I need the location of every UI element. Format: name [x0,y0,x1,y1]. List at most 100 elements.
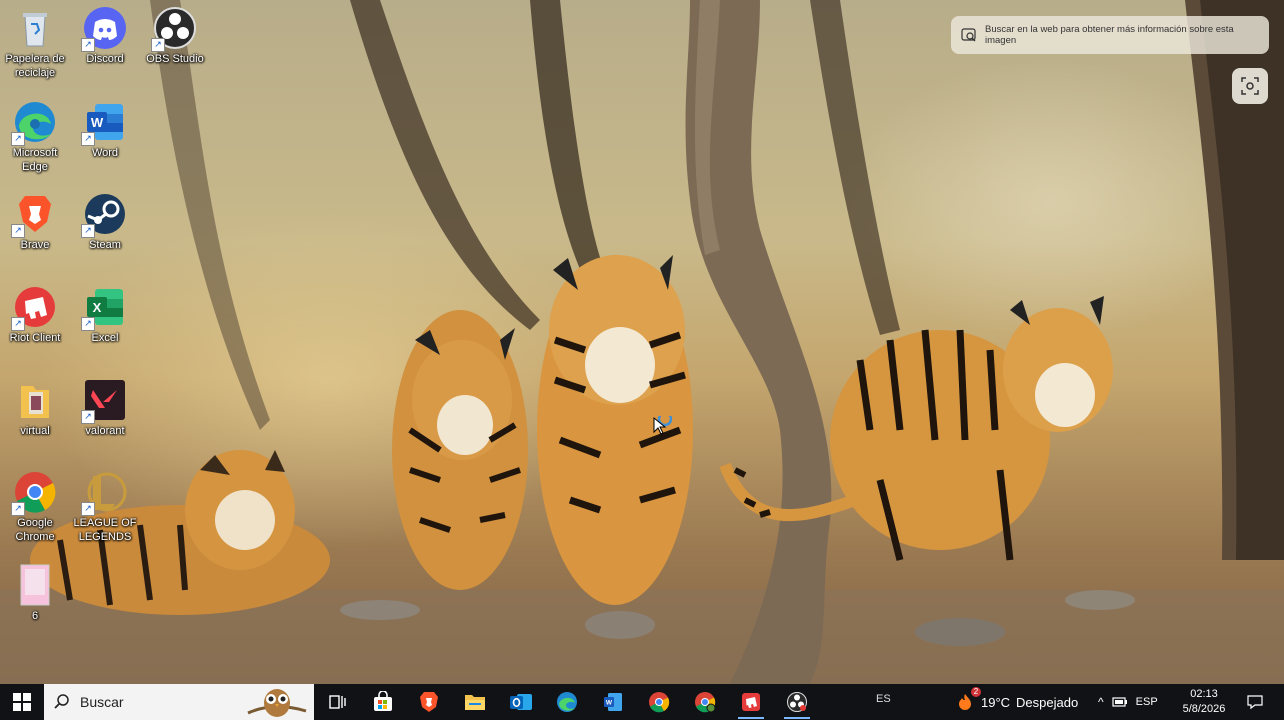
desktop-icon-discord[interactable]: ↗ Discord [70,6,140,66]
visual-search-chip[interactable]: Buscar en la web para obtener más inform… [951,16,1269,54]
clock-time: 02:13 [1190,688,1218,700]
desktop-icon-label: Riot Client [9,332,61,344]
taskbar-riot-client[interactable] [728,684,774,720]
desktop-icon-label: Steam [89,239,121,251]
shortcut-arrow-icon: ↗ [11,317,25,331]
desktop-icon-label: LEAGUE OF LEGENDS [73,517,137,543]
discord-icon: ↗ [81,6,127,52]
taskbar-edge[interactable] [544,684,590,720]
svg-text:W: W [606,700,613,707]
shortcut-arrow-icon: ↗ [81,132,95,146]
notification-icon [1247,695,1263,710]
windows-logo-icon [13,693,31,711]
desktop-icon-chrome[interactable]: ↗ Google Chrome [0,470,70,544]
desktop-icon-label: OBS Studio [146,53,204,65]
taskbar-obs[interactable] [774,684,820,720]
weather-condition: Despejado [1016,694,1079,710]
folder-icon [13,378,57,422]
chrome-icon [649,692,670,713]
taskbar-weather-widget[interactable]: 2 19°C Despejado [955,684,1078,720]
obs-icon [787,692,807,712]
desktop-icon-obs[interactable]: ↗ OBS Studio [140,6,210,66]
edge-icon [557,692,577,712]
recycle-bin-icon [13,6,57,50]
outlook-icon [510,694,532,710]
taskbar-file-explorer[interactable] [452,684,498,720]
desktop-icon-label: Excel [91,332,119,344]
weather-badge: 2 [971,687,981,697]
weather-temp: 19°C [981,694,1011,710]
shortcut-arrow-icon: ↗ [81,502,95,516]
taskbar-search-box[interactable]: Buscar [44,684,314,720]
desktop-icon-edge[interactable]: ↗ Microsoft Edge [0,100,70,174]
taskbar-chrome[interactable] [636,684,682,720]
shortcut-arrow-icon: ↗ [81,38,95,52]
desktop-icon-brave[interactable]: ↗ Brave [0,192,70,252]
desktop-icon-label: Microsoft Edge [12,147,58,173]
svg-text:X: X [93,300,102,315]
taskbar-brave[interactable] [406,684,452,720]
search-highlight-owl-icon [247,689,307,717]
battery-icon[interactable] [1112,696,1128,708]
shortcut-arrow-icon: ↗ [11,132,25,146]
store-icon [374,691,392,711]
input-language-indicator[interactable]: ES [876,693,891,705]
desktop-icon-steam[interactable]: ↗ Steam [70,192,140,252]
system-tray: ^ ESP [1098,684,1158,720]
valorant-icon: ↗ [81,378,127,424]
visual-search-button[interactable] [1232,68,1268,104]
taskbar-chrome-profile[interactable] [682,684,728,720]
show-hidden-icons-chevron-icon[interactable]: ^ [1098,695,1104,709]
word-icon: W ↗ [81,100,127,146]
shortcut-arrow-icon: ↗ [81,224,95,238]
clock-date: 5/8/2026 [1182,703,1226,715]
riot-icon: ↗ [11,285,57,331]
brave-icon: ↗ [11,192,57,238]
riot-icon [742,693,760,711]
taskbar-clock[interactable]: 02:13 5/8/2026 [1176,687,1232,717]
search-placeholder: Buscar [80,694,124,710]
shortcut-arrow-icon: ↗ [81,410,95,424]
shortcut-arrow-icon: ↗ [11,224,25,238]
taskbar-word[interactable]: W [590,684,636,720]
desktop-icon-label: Brave [20,239,50,251]
word-icon: W [604,693,622,711]
desktop-icon-virtual-folder[interactable]: virtual [0,378,70,438]
desktop-icon-label: Papelera de reciclaje [5,53,65,79]
chrome-alt-icon [695,692,716,713]
desktop-icon-excel[interactable]: X ↗ Excel [70,285,140,345]
mouse-cursor-icon [652,411,673,442]
taskbar-store[interactable] [360,684,406,720]
desktop-icon-valorant[interactable]: ↗ valorant [70,378,140,438]
desktop-icon-word[interactable]: W ↗ Word [70,100,140,160]
shortcut-arrow-icon: ↗ [11,502,25,516]
desktop-icon-label: Discord [86,53,124,65]
camera-search-icon [1241,77,1259,95]
desktop-icon-label: virtual [20,425,50,437]
desktop-icon-label: Google Chrome [15,517,55,543]
search-icon [54,694,69,709]
desktop-wallpaper [0,0,1284,684]
excel-icon: X ↗ [81,285,127,331]
file-explorer-icon [465,695,485,710]
task-view-icon [329,695,346,709]
start-button[interactable] [0,684,44,720]
keyboard-layout-indicator[interactable]: ESP [1136,696,1158,708]
steam-icon: ↗ [81,192,127,238]
svg-text:W: W [91,115,104,130]
shortcut-arrow-icon: ↗ [81,317,95,331]
desktop-icon-label: valorant [85,425,125,437]
weather-icon: 2 [955,687,981,712]
shortcut-arrow-icon: ↗ [151,38,165,52]
chrome-icon: ↗ [11,470,57,516]
edge-icon: ↗ [11,100,57,146]
taskbar-task-view[interactable] [314,684,360,720]
desktop-icon-image-6[interactable]: 6 [0,563,70,623]
notification-center-button[interactable] [1240,684,1270,720]
desktop-icon-recycle-bin[interactable]: Papelera de reciclaje [0,6,70,80]
desktop-icon-riot[interactable]: ↗ Riot Client [0,285,70,345]
desktop-icon-label: 6 [31,610,39,622]
desktop-icon-league[interactable]: ↗ LEAGUE OF LEGENDS [70,470,140,544]
desktop-icon-label: Word [91,147,119,159]
taskbar-outlook[interactable] [498,684,544,720]
